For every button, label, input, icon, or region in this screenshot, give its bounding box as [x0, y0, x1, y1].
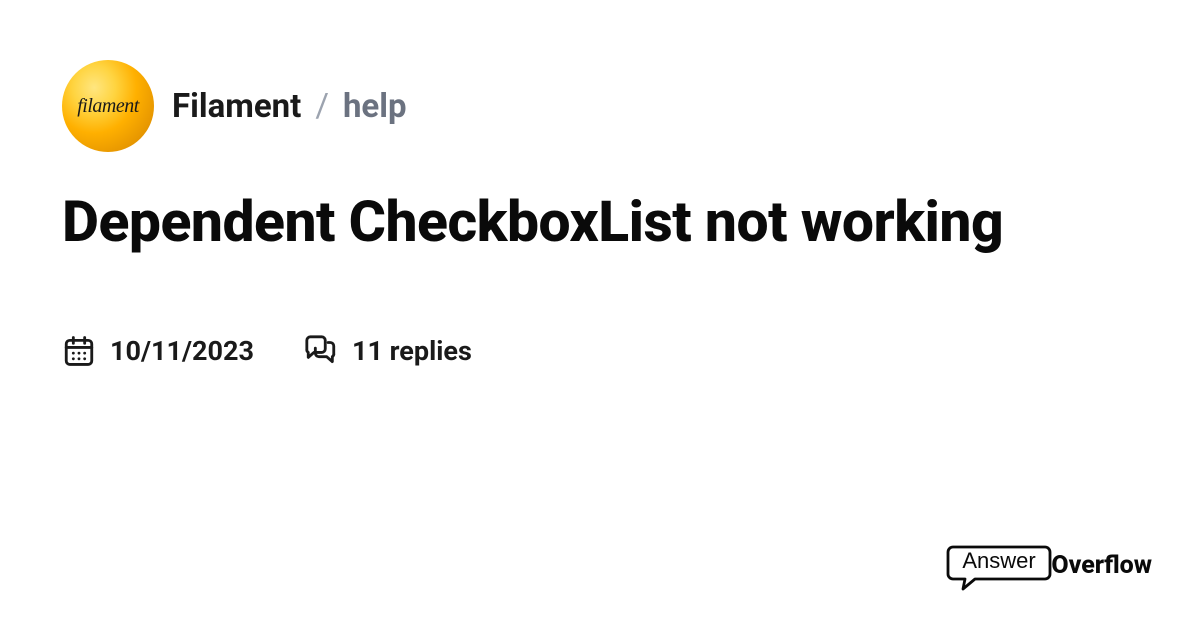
post-title: Dependent CheckboxList not working: [62, 190, 1042, 254]
post-meta: 10/11/2023 11 replies: [62, 334, 1138, 368]
logo-text-answer: Answer: [963, 548, 1036, 573]
breadcrumb-community[interactable]: Filament: [172, 87, 301, 126]
community-avatar: filament: [62, 60, 154, 152]
footer-logo[interactable]: Answer Overflow: [945, 544, 1152, 592]
header: filament Filament / help: [62, 60, 1138, 152]
calendar-icon: [62, 334, 96, 368]
breadcrumb-channel[interactable]: help: [343, 87, 407, 126]
post-replies: 11 replies: [304, 334, 472, 368]
post-replies-text: 11 replies: [352, 335, 472, 367]
speech-bubble-icon: Answer: [945, 544, 1055, 592]
reply-icon: [304, 334, 338, 368]
avatar-label: filament: [77, 95, 139, 118]
breadcrumb: Filament / help: [172, 87, 407, 126]
logo-text-overflow: Overflow: [1051, 551, 1152, 580]
post-date: 10/11/2023: [62, 334, 254, 368]
post-date-text: 10/11/2023: [110, 335, 254, 367]
breadcrumb-separator: /: [315, 87, 329, 126]
